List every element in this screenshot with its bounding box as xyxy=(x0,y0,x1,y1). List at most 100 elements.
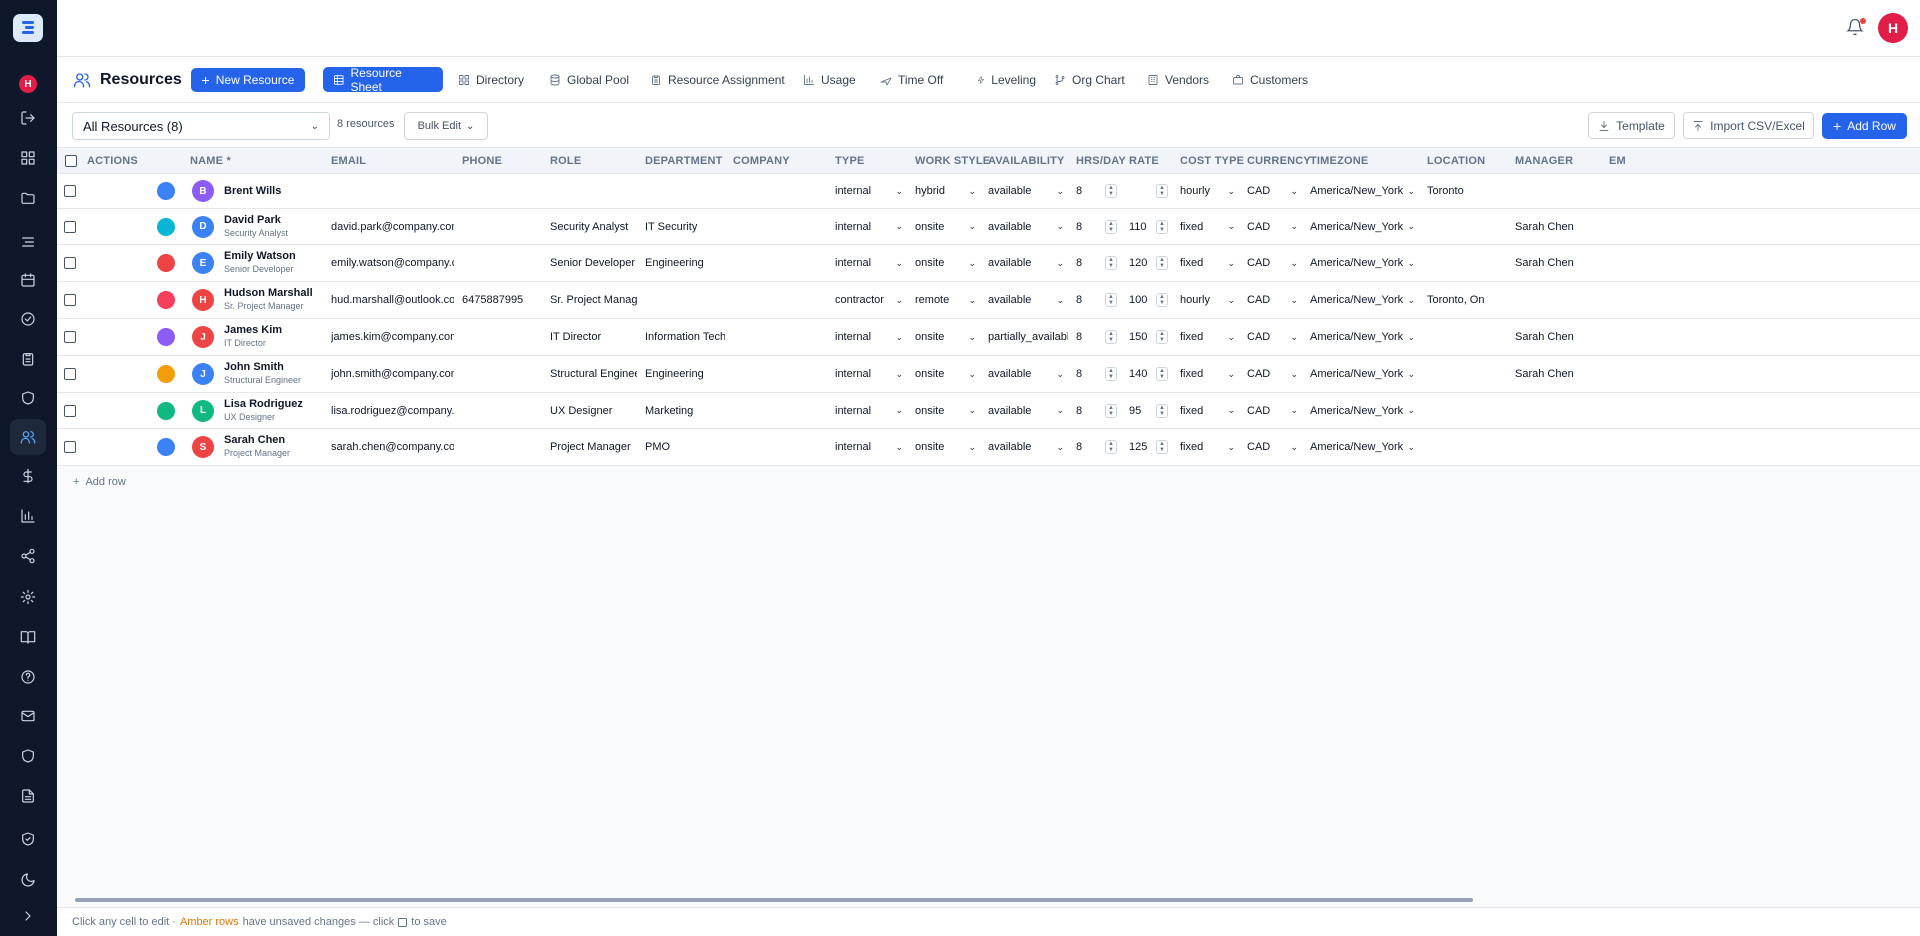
stepper-icon[interactable]: ▲ ▼ xyxy=(1156,440,1168,454)
manager-cell[interactable]: Sarah Chen xyxy=(1515,209,1601,244)
row-checkbox[interactable] xyxy=(64,356,78,392)
phone-cell[interactable]: 6475887995 xyxy=(462,282,542,318)
availability-select[interactable]: available ⌄ xyxy=(988,209,1068,244)
rate-input[interactable]: 110 ▲ ▼ xyxy=(1129,209,1174,244)
template-button[interactable]: Template xyxy=(1588,112,1675,139)
row-checkbox[interactable] xyxy=(64,393,78,428)
stepper-icon[interactable]: ▲ ▼ xyxy=(1156,256,1168,270)
column-header-type[interactable]: TYPE xyxy=(835,148,865,174)
users-icon[interactable] xyxy=(10,419,46,455)
currency-select[interactable]: CAD ⌄ xyxy=(1247,393,1302,428)
email-cell[interactable]: emily.watson@company.com xyxy=(331,245,454,281)
cost-type-select[interactable]: fixed ⌄ xyxy=(1180,356,1239,392)
tab-vendors[interactable]: Vendors xyxy=(1142,67,1219,92)
timezone-select[interactable]: America/New_York ⌄ xyxy=(1310,174,1419,208)
table-row[interactable]: E Emily Watson Senior Developer emily.watso… xyxy=(57,245,1920,282)
manager-cell[interactable]: Sarah Chen xyxy=(1515,319,1601,355)
row-color-swatch[interactable] xyxy=(157,393,177,428)
column-header-phone[interactable]: PHONE xyxy=(462,148,502,174)
column-header-work-style[interactable]: WORK STYLE xyxy=(915,148,990,174)
column-header-location[interactable]: LOCATION xyxy=(1427,148,1485,174)
availability-select[interactable]: available ⌄ xyxy=(988,356,1068,392)
stepper-icon[interactable]: ▲ ▼ xyxy=(1156,403,1168,418)
type-select[interactable]: internal ⌄ xyxy=(835,245,907,281)
name-cell[interactable]: L Lisa Rodriguez UX Designer xyxy=(192,393,322,428)
type-select[interactable]: internal ⌄ xyxy=(835,174,907,208)
email-cell[interactable]: john.smith@company.com xyxy=(331,356,454,392)
row-checkbox[interactable] xyxy=(64,245,78,281)
row-checkbox[interactable] xyxy=(64,319,78,355)
hrs-input[interactable]: 8 ▲ ▼ xyxy=(1076,282,1123,318)
tab-usage[interactable]: Usage xyxy=(798,67,866,92)
department-cell[interactable]: Engineering xyxy=(645,356,725,392)
work-style-select[interactable]: onsite ⌄ xyxy=(915,356,980,392)
work-style-select[interactable]: onsite ⌄ xyxy=(915,245,980,281)
stepper-icon[interactable]: ▲ ▼ xyxy=(1105,330,1117,344)
stepper-icon[interactable]: ▲ ▼ xyxy=(1105,403,1117,418)
company-cell[interactable] xyxy=(733,393,827,428)
manager-cell[interactable] xyxy=(1515,429,1601,465)
dashboard-icon[interactable] xyxy=(18,148,38,168)
department-cell[interactable]: Information Techn xyxy=(645,319,725,355)
phone-cell[interactable] xyxy=(462,319,542,355)
gear-icon[interactable] xyxy=(18,587,38,607)
email-cell[interactable] xyxy=(331,174,454,208)
bulk-edit-button[interactable]: Bulk Edit ⌄ xyxy=(404,112,488,140)
manager-cell[interactable] xyxy=(1515,393,1601,428)
notification-bell-icon[interactable] xyxy=(1846,18,1866,38)
rate-input[interactable]: 120 ▲ ▼ xyxy=(1129,245,1174,281)
type-select[interactable]: internal ⌄ xyxy=(835,209,907,244)
table-row[interactable]: L Lisa Rodriguez UX Designer lisa.rodriguez… xyxy=(57,393,1920,429)
row-color-swatch[interactable] xyxy=(157,245,177,281)
table-row[interactable]: S Sarah Chen Project Manager sarah.chen@com… xyxy=(57,429,1920,466)
currency-select[interactable]: CAD ⌄ xyxy=(1247,429,1302,465)
stepper-icon[interactable]: ▲ ▼ xyxy=(1105,367,1117,381)
department-cell[interactable]: IT Security xyxy=(645,209,725,244)
import-button[interactable]: Import CSV/Excel xyxy=(1683,112,1814,139)
company-cell[interactable] xyxy=(733,356,827,392)
stepper-icon[interactable]: ▲ ▼ xyxy=(1156,184,1168,198)
name-cell[interactable]: S Sarah Chen Project Manager xyxy=(192,429,322,465)
table-row[interactable]: D David Park Security Analyst david.park@co… xyxy=(57,209,1920,245)
column-header-manager[interactable]: MANAGER xyxy=(1515,148,1573,174)
currency-select[interactable]: CAD ⌄ xyxy=(1247,245,1302,281)
shield-check-icon[interactable] xyxy=(18,829,38,849)
timezone-select[interactable]: America/New_York ⌄ xyxy=(1310,393,1419,428)
department-cell[interactable]: PMO xyxy=(645,429,725,465)
cost-type-select[interactable]: hourly ⌄ xyxy=(1180,282,1239,318)
column-header-availability[interactable]: AVAILABILITY xyxy=(988,148,1065,174)
department-cell[interactable] xyxy=(645,282,725,318)
column-header-department[interactable]: DEPARTMENT xyxy=(645,148,723,174)
location-cell[interactable] xyxy=(1427,209,1507,244)
location-cell[interactable] xyxy=(1427,356,1507,392)
file-icon[interactable] xyxy=(18,786,38,806)
work-style-select[interactable]: onsite ⌄ xyxy=(915,319,980,355)
timezone-select[interactable]: America/New_York ⌄ xyxy=(1310,282,1419,318)
column-header-name[interactable]: NAME * xyxy=(190,148,231,174)
column-header-hrs[interactable]: HRS/DAY xyxy=(1076,148,1126,174)
help-icon[interactable] xyxy=(18,667,38,687)
company-cell[interactable] xyxy=(733,429,827,465)
department-cell[interactable] xyxy=(645,174,725,208)
phone-cell[interactable] xyxy=(462,209,542,244)
row-checkbox[interactable] xyxy=(64,209,78,244)
location-cell[interactable] xyxy=(1427,245,1507,281)
table-row[interactable]: H Hudson Marshall Sr. Project Manager hud.m… xyxy=(57,282,1920,319)
horizontal-scrollbar[interactable] xyxy=(75,898,1473,902)
column-header-actions[interactable]: ACTIONS xyxy=(87,148,138,174)
rate-input[interactable]: ▲ ▼ xyxy=(1129,174,1174,208)
shield-icon[interactable] xyxy=(18,746,38,766)
column-header-em[interactable]: EM xyxy=(1609,148,1626,174)
department-cell[interactable]: Marketing xyxy=(645,393,725,428)
manager-cell[interactable] xyxy=(1515,282,1601,318)
bar-chart-icon[interactable] xyxy=(18,506,38,526)
column-header-company[interactable]: COMPANY xyxy=(733,148,790,174)
company-cell[interactable] xyxy=(733,282,827,318)
type-select[interactable]: internal ⌄ xyxy=(835,356,907,392)
timezone-select[interactable]: America/New_York ⌄ xyxy=(1310,209,1419,244)
tab-customers[interactable]: Customers xyxy=(1227,67,1315,92)
stepper-icon[interactable]: ▲ ▼ xyxy=(1105,440,1117,454)
work-style-select[interactable]: onsite ⌄ xyxy=(915,209,980,244)
company-cell[interactable] xyxy=(733,174,827,208)
tab-resource-assignment[interactable]: Resource Assignment xyxy=(645,67,790,92)
